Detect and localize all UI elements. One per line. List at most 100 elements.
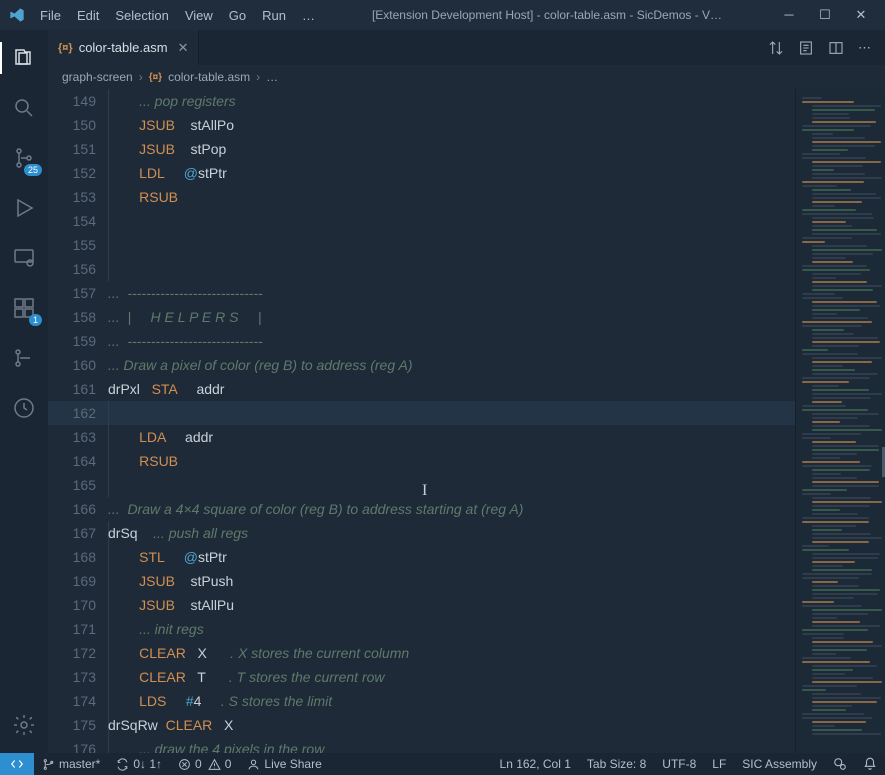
extensions-badge: 1	[29, 314, 42, 326]
code-line[interactable]: 155	[48, 233, 795, 257]
feedback-icon[interactable]	[825, 757, 855, 771]
menu-overflow[interactable]: …	[296, 4, 321, 27]
code-line[interactable]: 156	[48, 257, 795, 281]
line-number: 149	[62, 89, 108, 113]
main-menu: File Edit Selection View Go Run …	[34, 4, 321, 27]
line-number: 160	[62, 353, 108, 377]
code-line[interactable]: 176 ... draw the 4 pixels in the row	[48, 737, 795, 753]
vscode-logo-icon	[8, 6, 26, 24]
menu-edit[interactable]: Edit	[71, 4, 105, 27]
line-number: 161	[62, 377, 108, 401]
notifications-icon[interactable]	[855, 757, 885, 771]
code-line[interactable]: 164 RSUB	[48, 449, 795, 473]
scm-badge: 25	[24, 164, 42, 176]
tab-color-table[interactable]: {¤} color-table.asm ✕	[48, 30, 199, 65]
line-number: 167	[62, 521, 108, 545]
minimize-button[interactable]: ─	[779, 7, 799, 23]
code-line[interactable]: 170 JSUB stAllPu	[48, 593, 795, 617]
encoding[interactable]: UTF-8	[654, 757, 704, 771]
code-line[interactable]: 162	[48, 401, 795, 425]
close-button[interactable]: ✕	[851, 7, 871, 23]
code-line[interactable]: 158... | H E L P E R S |	[48, 305, 795, 329]
tab-close-icon[interactable]: ✕	[178, 40, 189, 56]
code-line[interactable]: 154	[48, 209, 795, 233]
explorer-icon[interactable]	[0, 38, 48, 78]
title-bar: File Edit Selection View Go Run … [Exten…	[0, 0, 885, 30]
branch-name: master*	[59, 757, 100, 771]
code-line[interactable]: 168 STL @stPtr	[48, 545, 795, 569]
code-line[interactable]: 174 LDS #4 . S stores the limit	[48, 689, 795, 713]
code-line[interactable]: 163 LDA addr	[48, 425, 795, 449]
remote-explorer-icon[interactable]	[0, 238, 48, 278]
line-number: 162	[62, 401, 108, 425]
code-line[interactable]: 173 CLEAR T . T stores the current row	[48, 665, 795, 689]
gitlens-icon[interactable]	[0, 338, 48, 378]
more-actions-icon[interactable]: ⋯	[858, 40, 871, 56]
line-number: 173	[62, 665, 108, 689]
run-debug-icon[interactable]	[0, 188, 48, 228]
menu-view[interactable]: View	[179, 4, 219, 27]
code-line[interactable]: 152 LDL @stPtr	[48, 161, 795, 185]
breadcrumb-file[interactable]: color-table.asm	[168, 70, 250, 84]
code-line[interactable]: 151 JSUB stPop	[48, 137, 795, 161]
menu-file[interactable]: File	[34, 4, 67, 27]
code-line[interactable]: 150 JSUB stAllPo	[48, 113, 795, 137]
menu-run[interactable]: Run	[256, 4, 292, 27]
settings-gear-icon[interactable]	[0, 705, 48, 745]
line-number: 159	[62, 329, 108, 353]
timeline-icon[interactable]	[0, 388, 48, 428]
code-editor[interactable]: I 149 ... pop registers150 JSUB stAllPo1…	[48, 89, 795, 753]
maximize-button[interactable]: ☐	[815, 7, 835, 23]
live-share-label: Live Share	[264, 757, 321, 771]
line-number: 150	[62, 113, 108, 137]
line-number: 174	[62, 689, 108, 713]
line-number: 156	[62, 257, 108, 281]
breadcrumb-folder[interactable]: graph-screen	[62, 70, 133, 84]
language-mode[interactable]: SIC Assembly	[734, 757, 825, 771]
code-line[interactable]: 167drSq ... push all regs	[48, 521, 795, 545]
eol[interactable]: LF	[704, 757, 734, 771]
line-number: 166	[62, 497, 108, 521]
git-branch[interactable]: master*	[34, 757, 108, 771]
window-title: [Extension Development Host] - color-tab…	[321, 8, 773, 22]
code-line[interactable]: 157... -----------------------------	[48, 281, 795, 305]
code-line[interactable]: 171 ... init regs	[48, 617, 795, 641]
remote-indicator[interactable]	[0, 753, 34, 775]
problems[interactable]: 0 0	[170, 757, 239, 771]
text-cursor-icon: I	[422, 479, 427, 503]
tab-size[interactable]: Tab Size: 8	[579, 757, 654, 771]
breadcrumb-symbol[interactable]: …	[266, 70, 278, 84]
live-share[interactable]: Live Share	[239, 757, 329, 771]
search-icon[interactable]	[0, 88, 48, 128]
tabs-row: {¤} color-table.asm ✕ ⋯	[48, 30, 885, 65]
line-number: 176	[62, 737, 108, 753]
extensions-icon[interactable]: 1	[0, 288, 48, 328]
tab-filename: color-table.asm	[79, 40, 168, 55]
code-line[interactable]: 172 CLEAR X . X stores the current colum…	[48, 641, 795, 665]
line-number: 164	[62, 449, 108, 473]
split-editor-icon[interactable]	[828, 40, 844, 56]
menu-go[interactable]: Go	[223, 4, 252, 27]
code-line[interactable]: 159... -----------------------------	[48, 329, 795, 353]
editor-area: {¤} color-table.asm ✕ ⋯ graph-screen › {…	[48, 30, 885, 753]
code-line[interactable]: 153 RSUB	[48, 185, 795, 209]
breadcrumbs[interactable]: graph-screen › {¤} color-table.asm › …	[48, 65, 885, 89]
code-line[interactable]: 160... Draw a pixel of color (reg B) to …	[48, 353, 795, 377]
code-line[interactable]: 169 JSUB stPush	[48, 569, 795, 593]
line-number: 163	[62, 425, 108, 449]
git-sync[interactable]: 0↓ 1↑	[108, 757, 170, 771]
source-control-icon[interactable]: 25	[0, 138, 48, 178]
compare-changes-icon[interactable]	[768, 40, 784, 56]
code-line[interactable]: 149 ... pop registers	[48, 89, 795, 113]
code-line[interactable]: 161drPxl STA addr	[48, 377, 795, 401]
sync-counts: 0↓ 1↑	[133, 757, 162, 771]
menu-selection[interactable]: Selection	[109, 4, 174, 27]
line-number: 165	[62, 473, 108, 497]
line-number: 151	[62, 137, 108, 161]
cursor-position[interactable]: Ln 162, Col 1	[492, 757, 579, 771]
minimap[interactable]	[795, 89, 885, 753]
asm-file-icon: {¤}	[149, 72, 162, 83]
line-number: 175	[62, 713, 108, 737]
open-changes-icon[interactable]	[798, 40, 814, 56]
code-line[interactable]: 175drSqRw CLEAR X	[48, 713, 795, 737]
